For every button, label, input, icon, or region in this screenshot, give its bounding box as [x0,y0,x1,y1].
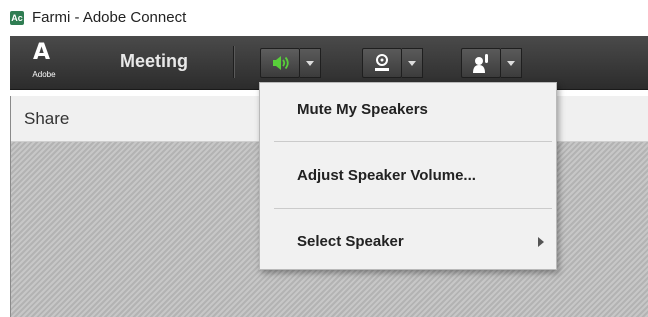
adobe-logo-word: Adobe [32,70,56,79]
menu-item-label: Select Speaker [297,233,404,250]
chevron-right-icon [538,237,544,247]
chevron-down-icon [306,61,314,66]
window-title: Farmi - Adobe Connect [32,9,187,26]
camera-button[interactable] [362,48,402,78]
menu-item-select-speaker[interactable]: Select Speaker [260,220,556,264]
raise-hand-icon [473,54,488,73]
menu-divider [274,141,552,142]
adobe-logo-icon: A Adobe [24,42,64,82]
menu-item-mute-my-speakers[interactable]: Mute My Speakers [260,88,556,132]
menu-divider [274,208,552,209]
adobe-connect-icon: Ac [10,11,24,25]
camera-icon [375,54,389,71]
raise-hand-button[interactable] [461,48,501,78]
chevron-down-icon [408,61,416,66]
speaker-button[interactable] [260,48,300,78]
menu-item-label: Adjust Speaker Volume... [297,167,476,184]
window-title-bar: Ac Farmi - Adobe Connect [0,0,648,36]
speaker-options-dropdown[interactable] [300,48,321,78]
chevron-down-icon [507,61,515,66]
speaker-dropdown-menu: Mute My Speakers Adjust Speaker Volume..… [259,82,557,270]
camera-options-dropdown[interactable] [402,48,423,78]
speaker-icon [273,56,289,70]
menu-item-label: Mute My Speakers [297,101,428,118]
toolbar-separator [233,46,235,78]
share-pod-title: Share [24,109,70,128]
meeting-menu[interactable]: Meeting [120,51,188,72]
menu-item-adjust-speaker-volume[interactable]: Adjust Speaker Volume... [260,154,556,198]
status-options-dropdown[interactable] [501,48,522,78]
